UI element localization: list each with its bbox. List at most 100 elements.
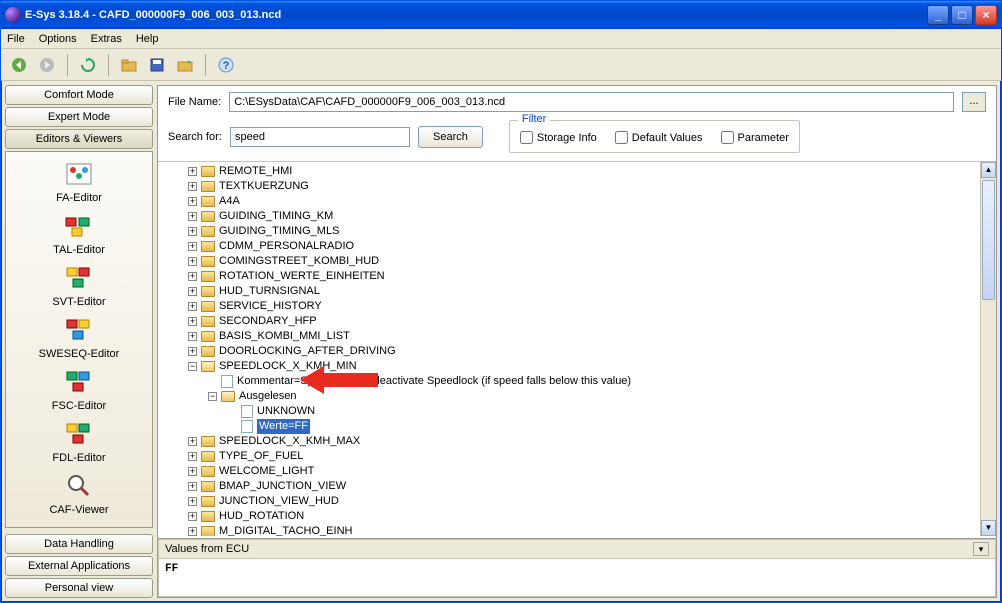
filter-storage-info[interactable]: Storage Info	[520, 131, 597, 144]
tree-node[interactable]: +HUD_TURNSIGNAL	[188, 284, 978, 299]
expander-icon[interactable]: +	[188, 332, 197, 341]
refresh-button[interactable]	[76, 53, 100, 77]
tree-node[interactable]: +ROTATION_WERTE_EINHEITEN	[188, 269, 978, 284]
expander-icon[interactable]: −	[188, 362, 197, 371]
tree-node[interactable]: + GUIDING_TIMING_MLS	[188, 224, 978, 239]
editor-sweseq[interactable]: SWESEQ-Editor	[39, 314, 120, 360]
search-input[interactable]	[230, 127, 410, 147]
tree-node[interactable]: +TYPE_OF_FUEL	[188, 449, 978, 464]
forward-button[interactable]	[35, 53, 59, 77]
tree-node[interactable]: +SECONDARY_HFP	[188, 314, 978, 329]
tree-node[interactable]: + GUIDING_TIMING_KM	[188, 209, 978, 224]
collapse-values-button[interactable]: ▾	[973, 542, 989, 556]
tree-node[interactable]: +WELCOME_LIGHT	[188, 464, 978, 479]
close-button[interactable]: ×	[975, 5, 997, 25]
mode-personal-view[interactable]: Personal view	[5, 578, 153, 598]
tree-node[interactable]: +M_DIGITAL_TACHO_EINH	[188, 524, 978, 536]
editor-fdl[interactable]: FDL-Editor	[52, 418, 105, 464]
expander-icon[interactable]: +	[188, 272, 197, 281]
tree-node-label: REMOTE_HMI	[219, 164, 292, 179]
mode-comfort[interactable]: Comfort Mode	[5, 85, 153, 105]
expander-icon[interactable]: +	[188, 437, 197, 446]
filter-default-values[interactable]: Default Values	[615, 131, 703, 144]
expander-icon[interactable]: +	[188, 467, 197, 476]
tree-node-label: GUIDING_TIMING_KM	[219, 209, 333, 224]
expander-icon[interactable]: +	[188, 182, 197, 191]
viewer-log[interactable]: Log-Viewer	[51, 522, 106, 528]
expander-icon[interactable]: +	[188, 317, 197, 326]
expander-icon[interactable]: +	[188, 287, 197, 296]
tree-node[interactable]: +TEXTKUERZUNG	[188, 179, 978, 194]
menu-file[interactable]: File	[7, 33, 25, 45]
mode-external-apps[interactable]: External Applications	[5, 556, 153, 576]
scroll-thumb[interactable]	[982, 180, 995, 300]
tree-node[interactable]: Werte=FF	[188, 419, 978, 434]
tree-node[interactable]: +COMINGSTREET_KOMBI_HUD	[188, 254, 978, 269]
filter-parameter[interactable]: Parameter	[721, 131, 789, 144]
tree-node[interactable]: Kommentar=Sppedvalue to deactivate Speed…	[188, 374, 978, 389]
tree-node[interactable]: +JUNCTION_VIEW_HUD	[188, 494, 978, 509]
expander-icon[interactable]: +	[188, 497, 197, 506]
browse-button[interactable]: ...	[962, 92, 986, 112]
scrollbar[interactable]: ▲ ▼	[980, 162, 996, 536]
folder-icon	[201, 211, 215, 222]
menu-options[interactable]: Options	[39, 33, 77, 45]
file-name-input[interactable]	[229, 92, 954, 112]
expander-icon[interactable]: +	[188, 482, 197, 491]
expander-icon[interactable]: −	[208, 392, 217, 401]
mode-data-handling[interactable]: Data Handling	[5, 534, 153, 554]
tree-node[interactable]: +BASIS_KOMBI_MMI_LIST	[188, 329, 978, 344]
tree-node-label: Kommentar=Sppedvalue to deactivate Speed…	[237, 374, 631, 389]
editor-tal[interactable]: TAL-Editor	[53, 210, 105, 256]
editor-fa[interactable]: FA-Editor	[56, 158, 102, 204]
tree-node[interactable]: +SERVICE_HISTORY	[188, 299, 978, 314]
tree-node[interactable]: +A4A	[188, 194, 978, 209]
editor-svt[interactable]: SVT-Editor	[52, 262, 105, 308]
expander-icon[interactable]: +	[188, 302, 197, 311]
minimize-button[interactable]: _	[927, 5, 949, 25]
tree-node[interactable]: +CDMM_PERSONALRADIO	[188, 239, 978, 254]
menu-extras[interactable]: Extras	[91, 33, 122, 45]
tree-view[interactable]: +REMOTE_HMI+TEXTKUERZUNG+A4A+GUIDING_TIM…	[158, 162, 980, 536]
expander-icon[interactable]: +	[188, 227, 197, 236]
expander-icon[interactable]: +	[188, 242, 197, 251]
save-as-button[interactable]	[173, 53, 197, 77]
folder-icon	[201, 511, 215, 522]
tree-node-label: GUIDING_TIMING_MLS	[219, 224, 339, 239]
tree-node[interactable]: + REMOTE_HMI	[188, 164, 978, 179]
expander-icon[interactable]: +	[188, 197, 197, 206]
tree-node[interactable]: +BMAP_JUNCTION_VIEW	[188, 479, 978, 494]
viewer-caf[interactable]: CAF-Viewer	[49, 470, 108, 516]
tree-node-label: Ausgelesen	[239, 389, 297, 404]
tree-node-label: SPEEDLOCK_X_KMH_MAX	[219, 434, 360, 449]
mode-editors[interactable]: Editors & Viewers	[5, 129, 153, 149]
expander-icon[interactable]: +	[188, 347, 197, 356]
search-button[interactable]: Search	[418, 126, 483, 148]
mode-expert[interactable]: Expert Mode	[5, 107, 153, 127]
expander-icon[interactable]: +	[188, 257, 197, 266]
tree-node[interactable]: + SPEEDLOCK_X_KMH_MAX	[188, 434, 978, 449]
window-titlebar[interactable]: E-Sys 3.18.4 - CAFD_000000F9_006_003_013…	[1, 1, 1001, 29]
expander-icon[interactable]: +	[188, 167, 197, 176]
tree-node[interactable]: +HUD_ROTATION	[188, 509, 978, 524]
tree-node[interactable]: UNKNOWN	[188, 404, 978, 419]
open-folder-button[interactable]	[117, 53, 141, 77]
help-button[interactable]: ?	[214, 53, 238, 77]
back-button[interactable]	[7, 53, 31, 77]
save-button[interactable]	[145, 53, 169, 77]
folder-icon	[201, 496, 215, 507]
expander-icon[interactable]: +	[188, 527, 197, 536]
tree-node[interactable]: − Ausgelesen	[188, 389, 978, 404]
scroll-up-icon[interactable]: ▲	[981, 162, 996, 178]
tree-node[interactable]: +DOORLOCKING_AFTER_DRIVING	[188, 344, 978, 359]
scroll-down-icon[interactable]: ▼	[981, 520, 996, 536]
tree-node-label: UNKNOWN	[257, 404, 315, 419]
expander-icon[interactable]: +	[188, 452, 197, 461]
maximize-button[interactable]: □	[951, 5, 973, 25]
expander-icon[interactable]: +	[188, 512, 197, 521]
editor-fsc[interactable]: FSC-Editor	[52, 366, 106, 412]
menu-help[interactable]: Help	[136, 33, 159, 45]
tree-node[interactable]: −SPEEDLOCK_X_KMH_MIN	[188, 359, 978, 374]
expander-icon[interactable]: +	[188, 212, 197, 221]
folder-icon	[221, 391, 235, 402]
